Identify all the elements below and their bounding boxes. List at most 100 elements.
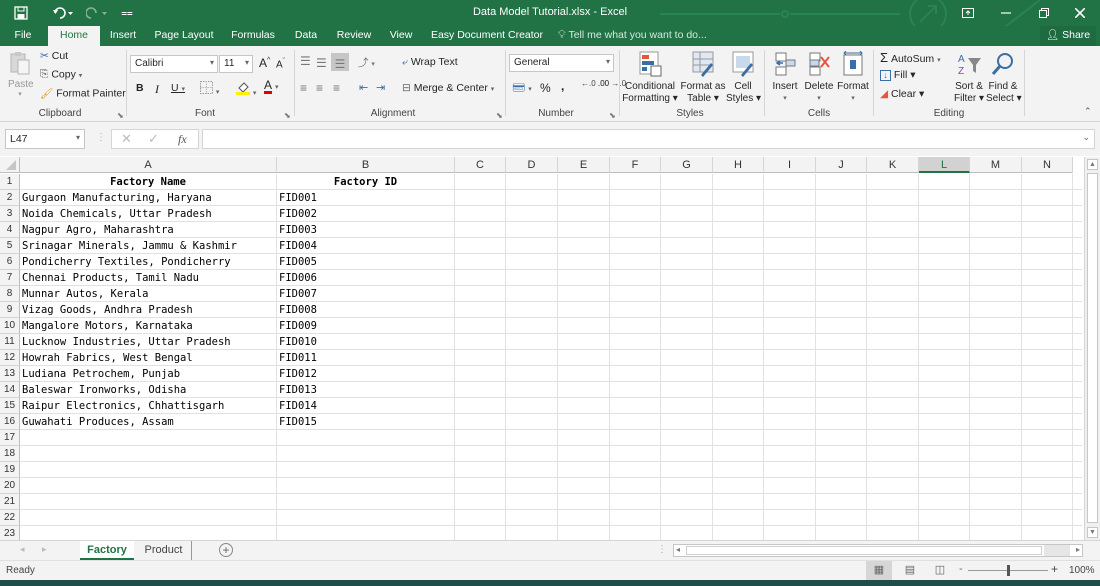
tab-formulas[interactable]: Formulas xyxy=(226,26,280,46)
cell-e9[interactable] xyxy=(558,302,610,318)
cell-a17[interactable] xyxy=(20,430,277,446)
cell-e3[interactable] xyxy=(558,206,610,222)
cell-f23[interactable] xyxy=(610,526,661,540)
cell-b2[interactable]: FID001 xyxy=(277,190,455,206)
cell-h14[interactable] xyxy=(713,382,764,398)
align-right-button[interactable]: ≡ xyxy=(333,81,340,95)
cell-j5[interactable] xyxy=(816,238,867,254)
tab-data[interactable]: Data xyxy=(288,26,324,46)
cell-g16[interactable] xyxy=(661,414,713,430)
share-button[interactable]: 👤︎ Share xyxy=(1040,26,1096,46)
bold-button[interactable]: B xyxy=(136,82,144,94)
italic-button[interactable]: I xyxy=(155,82,159,97)
tab-split-handle[interactable]: ⋮ xyxy=(657,544,667,555)
cell-h7[interactable] xyxy=(713,270,764,286)
cell-j19[interactable] xyxy=(816,462,867,478)
cell-h16[interactable] xyxy=(713,414,764,430)
cell-i4[interactable] xyxy=(764,222,816,238)
cell-k22[interactable] xyxy=(867,510,919,526)
column-header-l[interactable]: L xyxy=(919,157,970,173)
tab-view[interactable]: View xyxy=(384,26,418,46)
cell-c9[interactable] xyxy=(455,302,506,318)
cell-i8[interactable] xyxy=(764,286,816,302)
cell-j16[interactable] xyxy=(816,414,867,430)
scroll-right-icon[interactable]: ▸ xyxy=(1076,545,1080,554)
cell-g4[interactable] xyxy=(661,222,713,238)
cell-c22[interactable] xyxy=(455,510,506,526)
cell-l11[interactable] xyxy=(919,334,970,350)
cell-n1[interactable] xyxy=(1022,174,1073,190)
copy-button[interactable]: ⎘ Copy ▾ xyxy=(40,68,82,81)
cell-a5[interactable]: Srinagar Minerals, Jammu & Kashmir xyxy=(20,238,277,254)
cell-l9[interactable] xyxy=(919,302,970,318)
scroll-down-icon[interactable]: ▼ xyxy=(1087,527,1098,538)
enter-icon[interactable]: ✓ xyxy=(148,131,159,147)
font-size-select[interactable]: 11 ▾ xyxy=(219,55,253,73)
cell-c17[interactable] xyxy=(455,430,506,446)
cell-l18[interactable] xyxy=(919,446,970,462)
cell-m4[interactable] xyxy=(970,222,1022,238)
cell-k5[interactable] xyxy=(867,238,919,254)
cell-j3[interactable] xyxy=(816,206,867,222)
cell-e14[interactable] xyxy=(558,382,610,398)
cell-d9[interactable] xyxy=(506,302,558,318)
tab-home[interactable]: Home xyxy=(48,26,100,46)
cell-d15[interactable] xyxy=(506,398,558,414)
top-align-button[interactable]: ☰ xyxy=(300,54,311,68)
cell-m5[interactable] xyxy=(970,238,1022,254)
cell-n17[interactable] xyxy=(1022,430,1073,446)
cell-a3[interactable]: Noida Chemicals, Uttar Pradesh xyxy=(20,206,277,222)
cell-l22[interactable] xyxy=(919,510,970,526)
cell-e20[interactable] xyxy=(558,478,610,494)
cell-h19[interactable] xyxy=(713,462,764,478)
cell-m11[interactable] xyxy=(970,334,1022,350)
cell-b7[interactable]: FID006 xyxy=(277,270,455,286)
cell-l8[interactable] xyxy=(919,286,970,302)
cell-k21[interactable] xyxy=(867,494,919,510)
cell-n16[interactable] xyxy=(1022,414,1073,430)
cell-b18[interactable] xyxy=(277,446,455,462)
cell-k18[interactable] xyxy=(867,446,919,462)
zoom-out-button[interactable]: - xyxy=(959,563,963,575)
cell-e5[interactable] xyxy=(558,238,610,254)
cell-d4[interactable] xyxy=(506,222,558,238)
cell-b23[interactable] xyxy=(277,526,455,540)
cell-k7[interactable] xyxy=(867,270,919,286)
cell-c7[interactable] xyxy=(455,270,506,286)
insert-function-icon[interactable]: fx xyxy=(178,132,187,147)
cell-b14[interactable]: FID013 xyxy=(277,382,455,398)
find-select-button[interactable]: Find & Select ▾ xyxy=(986,51,1022,105)
collapse-ribbon-icon[interactable]: ⌃ xyxy=(1084,106,1092,117)
cell-d17[interactable] xyxy=(506,430,558,446)
cell-a8[interactable]: Munnar Autos, Kerala xyxy=(20,286,277,302)
zoom-slider-thumb[interactable] xyxy=(1007,565,1010,576)
cell-e16[interactable] xyxy=(558,414,610,430)
cell-a22[interactable] xyxy=(20,510,277,526)
cell-i3[interactable] xyxy=(764,206,816,222)
column-header-h[interactable]: H xyxy=(713,157,764,173)
cell-g21[interactable] xyxy=(661,494,713,510)
cell-e7[interactable] xyxy=(558,270,610,286)
cell-j13[interactable] xyxy=(816,366,867,382)
cell-e10[interactable] xyxy=(558,318,610,334)
cell-k4[interactable] xyxy=(867,222,919,238)
cell-a11[interactable]: Lucknow Industries, Uttar Pradesh xyxy=(20,334,277,350)
cell-g20[interactable] xyxy=(661,478,713,494)
cell-g14[interactable] xyxy=(661,382,713,398)
tab-file[interactable]: File xyxy=(8,26,38,46)
cell-d19[interactable] xyxy=(506,462,558,478)
wrap-text-button[interactable]: ⤶ Wrap Text xyxy=(402,56,458,69)
cell-c21[interactable] xyxy=(455,494,506,510)
cell-n9[interactable] xyxy=(1022,302,1073,318)
column-header-d[interactable]: D xyxy=(506,157,558,173)
cell-i6[interactable] xyxy=(764,254,816,270)
cell-h3[interactable] xyxy=(713,206,764,222)
column-header-e[interactable]: E xyxy=(558,157,610,173)
cell-g23[interactable] xyxy=(661,526,713,540)
font-color-button[interactable]: A ▾ xyxy=(264,79,278,94)
cell-m12[interactable] xyxy=(970,350,1022,366)
cell-a10[interactable]: Mangalore Motors, Karnataka xyxy=(20,318,277,334)
cell-h15[interactable] xyxy=(713,398,764,414)
decrease-decimal-button[interactable]: .00 →.0 xyxy=(598,80,626,88)
cell-c6[interactable] xyxy=(455,254,506,270)
